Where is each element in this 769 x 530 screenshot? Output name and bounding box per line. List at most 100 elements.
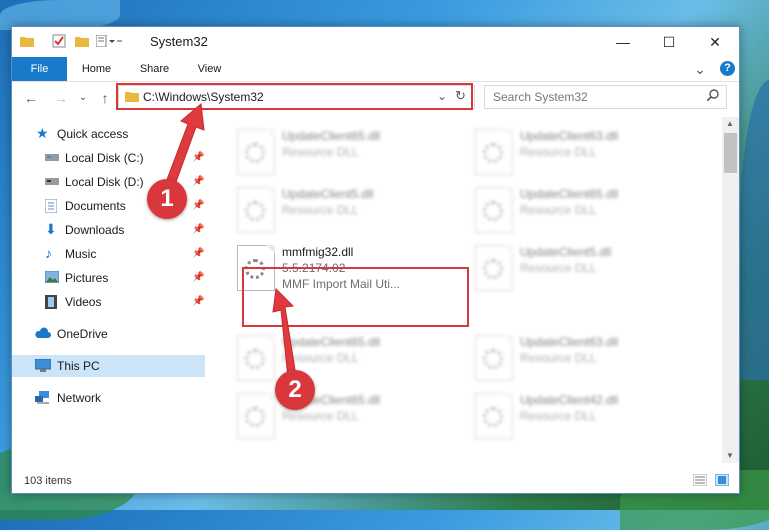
music-icon: ♪ <box>45 245 52 261</box>
videos-icon <box>45 295 59 309</box>
file-description: Resource DLL <box>282 351 359 365</box>
title-bar: System32 — ☐ ✕ <box>12 27 739 57</box>
dll-file-icon <box>475 245 513 291</box>
sidebar-item-this-pc[interactable]: This PC <box>12 355 205 377</box>
file-item[interactable]: UpdateClient65.dll Resource DLL <box>233 387 453 443</box>
sidebar-item-label: Local Disk (D:) <box>65 175 144 189</box>
file-item[interactable]: UpdateClient65.dll Resource DLL <box>233 123 453 179</box>
pictures-icon <box>44 270 60 284</box>
explorer-window: System32 — ☐ ✕ File Home Share View ⌄ ? … <box>11 26 740 494</box>
tab-view[interactable]: View <box>187 57 232 81</box>
file-item[interactable]: UpdateClient42.dll Resource DLL <box>471 387 691 443</box>
tab-home[interactable]: Home <box>74 57 119 81</box>
back-arrow-icon[interactable]: ← <box>22 89 40 107</box>
scrollbar-thumb[interactable] <box>724 133 737 173</box>
recent-locations-chevron-icon[interactable]: ⌄ <box>74 89 92 107</box>
file-item[interactable]: UpdateClient63.dll Resource DLL <box>471 329 691 385</box>
file-name: UpdateClient42.dll <box>520 393 619 407</box>
folder-icon <box>20 35 34 47</box>
scroll-down-icon[interactable]: ▼ <box>726 451 734 460</box>
file-name: UpdateClient65.dll <box>282 129 381 143</box>
dll-file-icon <box>237 187 275 233</box>
file-description: Resource DLL <box>282 409 359 423</box>
sidebar-item-quick-access[interactable]: ★ Quick access <box>12 123 205 145</box>
file-list: UpdateClient65.dll Resource DLL UpdateCl… <box>207 117 722 463</box>
up-arrow-icon[interactable]: ↑ <box>96 89 114 107</box>
pin-icon: 📌 <box>192 296 205 307</box>
file-item[interactable]: UpdateClient65.dll Resource DLL <box>233 329 453 385</box>
file-name: UpdateClient5.dll <box>520 245 612 259</box>
pin-icon: 📌 <box>192 272 205 283</box>
sidebar-item-label: Videos <box>65 295 102 309</box>
address-highlight-box <box>116 83 473 110</box>
sidebar-item-label: Documents <box>65 199 126 213</box>
sidebar-item-label: This PC <box>57 359 100 373</box>
drive-icon <box>45 151 59 164</box>
dll-file-icon <box>475 187 513 233</box>
navigation-bar: ← → ⌄ ↑ C:\Windows\System32 ⌄ ↻ Search S… <box>12 81 739 115</box>
sidebar-item-pictures[interactable]: Pictures 📌 <box>12 267 205 289</box>
maximize-button[interactable]: ☐ <box>646 27 692 57</box>
download-icon: ⬇ <box>45 221 57 237</box>
customize-quick-access-icon[interactable] <box>95 34 122 48</box>
file-item[interactable]: UpdateClient65.dll Resource DLL <box>471 181 691 237</box>
file-description: Resource DLL <box>282 203 359 217</box>
pin-icon: 📌 <box>192 200 205 211</box>
close-button[interactable]: ✕ <box>692 27 738 57</box>
search-input[interactable]: Search System32 <box>484 85 727 109</box>
file-name: UpdateClient63.dll <box>520 129 619 143</box>
tab-share[interactable]: Share <box>132 57 177 81</box>
search-placeholder: Search System32 <box>493 90 588 104</box>
tab-file[interactable]: File <box>12 57 67 81</box>
sidebar-item-label: Pictures <box>65 271 109 285</box>
dll-file-icon <box>237 393 275 439</box>
file-item[interactable]: UpdateClient63.dll Resource DLL <box>471 123 691 179</box>
help-icon[interactable]: ? <box>720 61 735 76</box>
new-folder-icon[interactable] <box>75 35 89 47</box>
pin-icon: 📌 <box>192 224 205 235</box>
callout-2: 2 <box>275 370 315 410</box>
window-title: System32 <box>150 34 208 49</box>
file-name: UpdateClient65.dll <box>282 335 381 349</box>
sidebar-item-onedrive[interactable]: OneDrive <box>12 323 205 345</box>
file-description: Resource DLL <box>520 145 597 159</box>
file-name: UpdateClient5.dll <box>282 187 374 201</box>
sidebar-item-downloads[interactable]: ⬇ Downloads 📌 <box>12 219 205 241</box>
dll-file-icon <box>475 129 513 175</box>
sidebar-item-network[interactable]: Network <box>12 387 205 409</box>
minimize-button[interactable]: — <box>600 27 646 57</box>
scroll-up-icon[interactable]: ▲ <box>726 119 734 128</box>
sidebar-item-label: Network <box>57 391 102 405</box>
sidebar-item-music[interactable]: ♪ Music 📌 <box>12 243 205 265</box>
file-highlight-box <box>242 267 469 327</box>
forward-arrow-icon[interactable]: → <box>52 89 70 107</box>
sidebar-item-label: Music <box>65 247 97 261</box>
network-icon <box>35 391 49 404</box>
dll-file-icon <box>475 393 513 439</box>
large-icons-view-icon[interactable] <box>714 473 730 489</box>
status-bar: 103 items <box>12 469 739 493</box>
star-icon: ★ <box>36 125 49 141</box>
expand-ribbon-icon[interactable]: ⌄ <box>692 57 708 81</box>
sidebar-item-label: OneDrive <box>57 327 108 341</box>
file-item[interactable]: UpdateClient5.dll Resource DLL <box>471 239 691 295</box>
item-count: 103 items <box>24 475 72 487</box>
file-description: Resource DLL <box>520 409 597 423</box>
details-view-icon[interactable] <box>692 473 708 489</box>
cloud-icon <box>35 327 51 340</box>
pin-icon: 📌 <box>192 152 205 163</box>
dll-file-icon <box>237 129 275 175</box>
search-icon <box>706 89 719 104</box>
sidebar-item-local-disk-c[interactable]: Local Disk (C:) 📌 <box>12 147 205 169</box>
file-description: Resource DLL <box>520 261 597 275</box>
file-name: UpdateClient63.dll <box>520 335 619 349</box>
computer-icon <box>34 358 52 372</box>
ribbon: File Home Share View ⌄ ? <box>12 57 739 82</box>
properties-icon[interactable] <box>52 34 66 48</box>
file-item[interactable]: UpdateClient5.dll Resource DLL <box>233 181 453 237</box>
sidebar-item-videos[interactable]: Videos 📌 <box>12 291 205 313</box>
navigation-pane: ★ Quick access Local Disk (C:) 📌 Local D… <box>12 117 205 461</box>
vertical-scrollbar[interactable]: ▲ ▼ <box>722 117 739 463</box>
file-description: Resource DLL <box>520 203 597 217</box>
sidebar-item-label: Downloads <box>65 223 125 237</box>
